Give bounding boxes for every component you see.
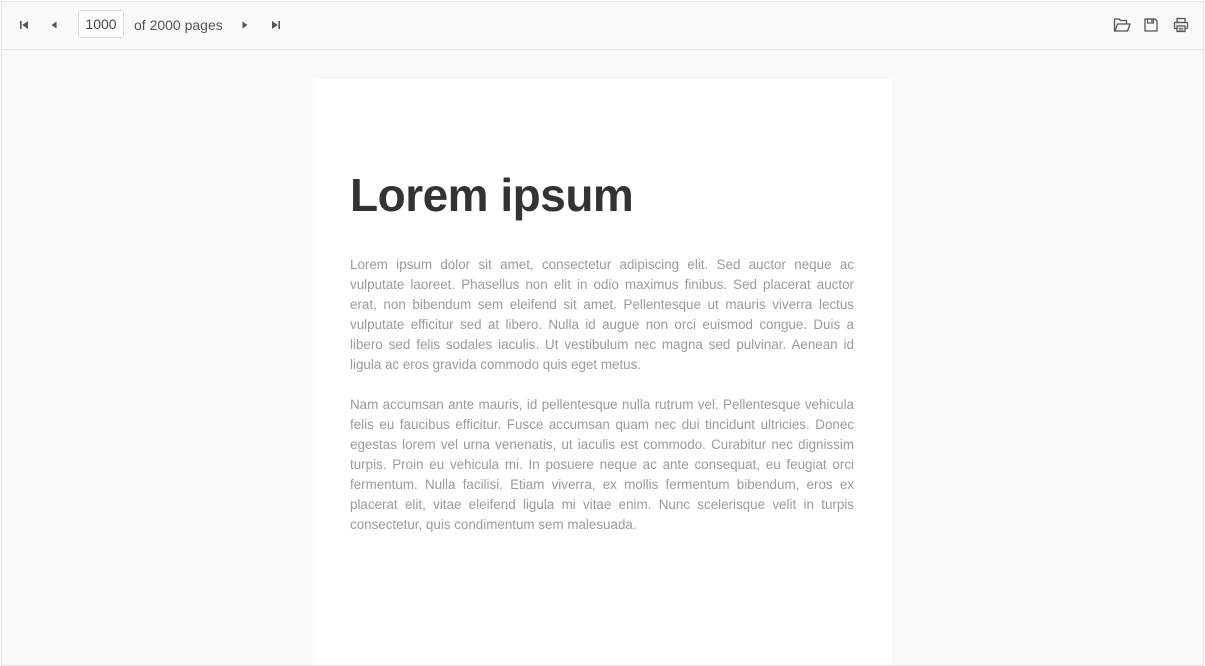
document-paragraph: Nam accumsan ante mauris, id pellentesqu… <box>350 397 854 532</box>
pdf-viewer: of 2000 pages <box>1 1 1204 666</box>
document-view[interactable]: Lorem ipsum Lorem ipsum dolor sit amet, … <box>2 50 1203 665</box>
last-page-button[interactable] <box>262 11 290 39</box>
save-icon <box>1143 17 1159 33</box>
print-button[interactable] <box>1167 11 1195 39</box>
save-button[interactable] <box>1137 11 1165 39</box>
document-paragraph: Lorem ipsum dolor sit amet, consectetur … <box>350 257 854 372</box>
prev-page-button[interactable] <box>40 11 68 39</box>
last-page-icon <box>271 20 281 30</box>
open-file-button[interactable] <box>1108 11 1136 39</box>
next-page-button[interactable] <box>231 11 259 39</box>
first-page-icon <box>19 20 29 30</box>
viewer-toolbar: of 2000 pages <box>2 2 1203 50</box>
prev-page-icon <box>49 20 59 30</box>
print-icon <box>1173 17 1189 33</box>
page-count-label: of 2000 pages <box>134 17 223 33</box>
folder-open-icon <box>1113 17 1131 33</box>
document-page: Lorem ipsum Lorem ipsum dolor sit amet, … <box>313 79 892 665</box>
next-page-icon <box>240 20 250 30</box>
document-title: Lorem ipsum <box>350 169 634 221</box>
first-page-button[interactable] <box>10 11 38 39</box>
page-number-input[interactable] <box>78 10 124 38</box>
